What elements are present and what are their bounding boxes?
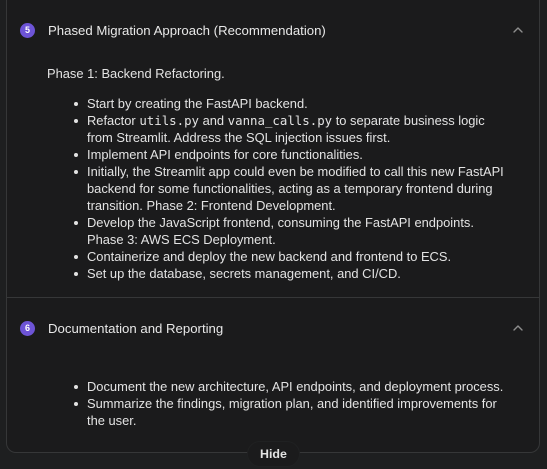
section-phased-migration: 5 Phased Migration Approach (Recommendat… (7, 0, 539, 297)
list-item: Refactor utils.py and vanna_calls.py to … (74, 112, 529, 146)
section-header-documentation[interactable]: 6 Documentation and Reporting (7, 298, 539, 358)
list-item: Initially, the Streamlit app could even … (74, 163, 529, 214)
section-header-phased-migration[interactable]: 5 Phased Migration Approach (Recommendat… (7, 0, 539, 60)
section-title: Documentation and Reporting (48, 320, 224, 336)
list-item: Summarize the findings, migration plan, … (74, 395, 529, 429)
list-item: Set up the database, secrets management,… (74, 265, 529, 282)
list-item: Start by creating the FastAPI backend. (74, 95, 529, 112)
section-documentation: 6 Documentation and Reporting Document t… (7, 297, 539, 429)
step-number-badge: 5 (20, 22, 35, 38)
hide-button[interactable]: Hide (247, 441, 300, 467)
bullet-list: Document the new architecture, API endpo… (47, 378, 529, 429)
chevron-up-icon[interactable] (511, 321, 525, 335)
list-item: Document the new architecture, API endpo… (74, 378, 529, 395)
section-title: Phased Migration Approach (Recommendatio… (48, 22, 326, 38)
list-item: Containerize and deploy the new backend … (74, 248, 529, 265)
bullet-list: Start by creating the FastAPI backend. R… (47, 95, 529, 282)
inline-code: utils.py (139, 113, 199, 128)
section-body: Document the new architecture, API endpo… (7, 358, 539, 429)
section-body: Phase 1: Backend Refactoring. Start by c… (7, 66, 539, 282)
inline-code: vanna_calls.py (227, 113, 333, 128)
list-item: Develop the JavaScript frontend, consumi… (74, 214, 529, 248)
list-item-text: and (199, 113, 228, 128)
phase-title: Phase 1: Backend Refactoring. (47, 66, 225, 81)
list-item-text: Refactor (87, 113, 140, 128)
list-item: Implement API endpoints for core functio… (74, 146, 529, 163)
chevron-up-icon[interactable] (511, 23, 525, 37)
thinking-panel: 5 Phased Migration Approach (Recommendat… (6, 0, 540, 453)
step-number-badge: 6 (20, 320, 35, 336)
